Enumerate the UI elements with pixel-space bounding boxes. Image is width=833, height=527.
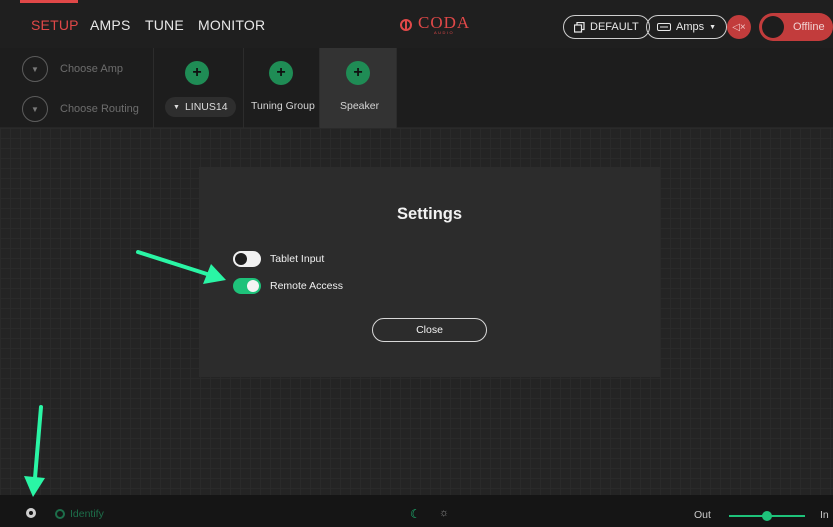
linus14-label: LINUS14 [184,101,228,113]
online-offline-toggle[interactable]: Offline [759,13,833,41]
group-speaker[interactable]: + Speaker [320,48,397,128]
default-preset-button[interactable]: DEFAULT [563,15,650,39]
routing-toolbar: ▼ Choose Amp ▼ Choose Routing + ▼ LINUS1… [0,48,833,128]
top-navigation-bar: SETUP AMPS TUNE MONITOR CODA AUDIO DEFAU… [0,0,833,48]
chevron-down-icon: ▼ [709,23,717,31]
add-icon[interactable]: + [185,61,209,85]
chevron-down-icon: ▼ [22,56,48,82]
coda-logo: CODA AUDIO [400,13,471,35]
power-logo-icon [400,19,412,31]
slider-out-label: Out [694,509,711,521]
option-tablet-input[interactable]: Tablet Input [233,251,324,267]
speaker-label: Speaker [340,100,380,112]
default-preset-label: DEFAULT [590,21,639,33]
tuning-group-label: Tuning Group [251,100,315,112]
bottom-status-bar: Identify ☾ ☼ Out In [0,495,833,527]
light-mode-icon[interactable]: ☼ [439,507,449,519]
dark-mode-icon[interactable]: ☾ [410,507,421,521]
tab-monitor[interactable]: MONITOR [198,17,265,33]
choose-routing-control[interactable]: ▼ Choose Routing [22,96,139,122]
amp-device-icon [657,23,671,31]
tab-amps[interactable]: AMPS [90,17,130,33]
logo-text: CODA [418,13,471,32]
amps-dropdown[interactable]: Amps ▼ [646,15,728,39]
tablet-input-label: Tablet Input [270,253,325,265]
close-button[interactable]: Close [372,318,487,342]
chevron-down-icon: ▼ [173,103,180,111]
remote-access-toggle[interactable] [233,278,261,294]
dialog-title: Settings [396,205,463,223]
speaker-mute-icon: ◁× [732,21,746,33]
identify-label: Identify [70,508,104,520]
tablet-input-toggle[interactable] [233,251,261,267]
choose-amp-control[interactable]: ▼ Choose Amp [22,56,123,82]
linus14-dropdown[interactable]: ▼ LINUS14 [165,97,236,117]
toggle-knob [235,253,247,265]
toggle-knob [762,16,784,38]
tab-tune[interactable]: TUNE [145,17,184,33]
add-icon[interactable]: + [346,61,370,85]
remote-access-label: Remote Access [270,280,343,292]
gear-icon[interactable] [26,508,36,518]
mute-button[interactable]: ◁× [727,15,751,39]
add-icon[interactable]: + [269,61,293,85]
identify-button[interactable]: Identify [55,508,104,520]
identify-icon [55,509,65,519]
tab-setup[interactable]: SETUP [31,17,79,33]
option-remote-access[interactable]: Remote Access [233,278,343,294]
offline-status-label: Offline [793,21,825,33]
out-in-slider-thumb[interactable] [762,511,772,521]
settings-dialog: Settings Tablet Input Remote Access Clos… [199,167,660,377]
choose-panel: ▼ Choose Amp ▼ Choose Routing [0,48,154,128]
copy-icon [574,21,585,33]
slider-in-label: In [820,509,829,521]
chevron-down-icon: ▼ [22,96,48,122]
choose-routing-label: Choose Routing [60,103,139,115]
group-tuning-group[interactable]: + Tuning Group [244,48,320,128]
active-tab-indicator [20,0,78,3]
group-linus14[interactable]: + ▼ LINUS14 [154,48,244,128]
toggle-knob [247,280,259,292]
amps-dropdown-label: Amps [676,21,705,33]
choose-amp-label: Choose Amp [60,63,123,75]
